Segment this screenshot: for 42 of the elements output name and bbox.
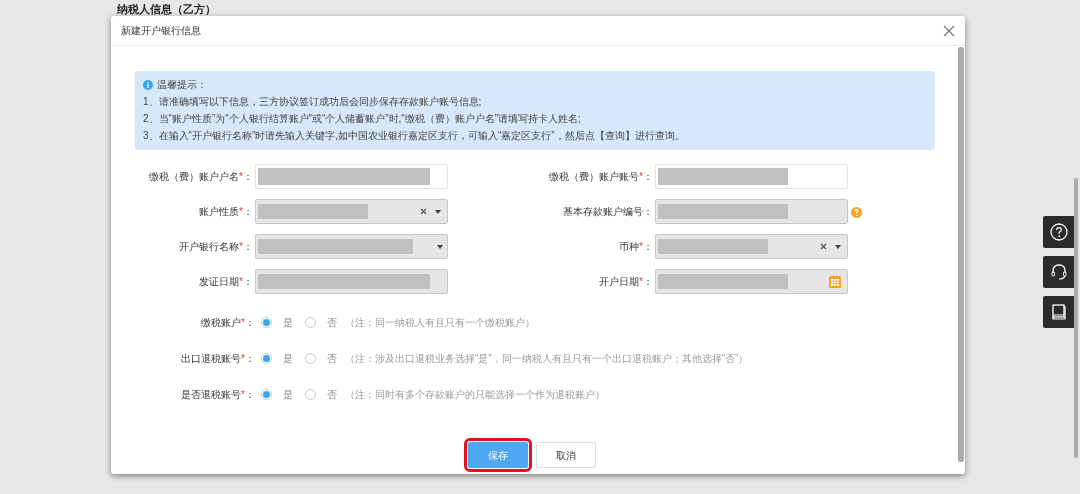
radio-button[interactable]: [305, 316, 316, 328]
field-label: 开户银行名称*：: [178, 240, 254, 254]
radio-button[interactable]: [261, 388, 272, 400]
field-label: 基本存款账户编号：: [562, 205, 654, 219]
headset-button[interactable]: [1043, 256, 1075, 288]
tip-line: 3、在输入“开户银行名称”时请先输入关键字,如中国农业银行嘉定区支行，可输入“嘉定区支行”，然后点【查询】进行查询。: [143, 129, 686, 143]
field-label: 缴税（费）账户户名*：: [148, 170, 254, 184]
tip-line: 1、请准确填写以下信息，三方协议签订成功后会同步保存存款账户账号信息;: [143, 95, 483, 109]
scrollbar[interactable]: [1074, 178, 1078, 458]
radio-label[interactable]: 否: [327, 314, 337, 330]
help-icon: [1049, 222, 1069, 242]
radio-label[interactable]: 是: [283, 314, 293, 330]
page-heading: 纳税人信息（乙方）: [116, 2, 217, 16]
field-label: 缴税账户*：: [200, 315, 256, 330]
field-label: 是否退税账号*：: [180, 387, 256, 402]
radio-label[interactable]: 否: [327, 386, 337, 402]
input-field[interactable]: [655, 164, 848, 189]
scrollbar[interactable]: [958, 47, 964, 462]
headset-icon: [1049, 262, 1069, 282]
radio-label[interactable]: 否: [327, 350, 337, 366]
tip-title: 温馨提示：: [157, 78, 207, 92]
book-icon: [1049, 302, 1069, 322]
radio-button[interactable]: [305, 388, 316, 400]
help-button[interactable]: [1043, 216, 1075, 248]
field-label: 出口退税账号*：: [180, 351, 256, 366]
radio-button[interactable]: [305, 352, 316, 364]
input-field[interactable]: [255, 164, 448, 189]
field-label: 币种*：: [618, 240, 654, 254]
field-label: 开户日期*：: [598, 275, 654, 289]
cancel-button[interactable]: 取消: [536, 442, 596, 468]
radio-button[interactable]: [261, 316, 272, 328]
book-button[interactable]: [1043, 296, 1075, 328]
field-label: 账户性质*：: [198, 205, 254, 219]
info-icon: [143, 79, 153, 90]
field-label: 缴税（费）账户账号*：: [548, 170, 654, 184]
field-label: 发证日期*：: [198, 275, 254, 289]
radio-button[interactable]: [261, 352, 272, 364]
dialog-title: 新建开户银行信息: [121, 24, 201, 38]
radio-label[interactable]: 是: [283, 386, 293, 402]
tip-line: 2、当“账户性质”为“个人银行结算账户”或“个人储蓄账户”时,“缴税（费）账户户名”请填写持卡人姓名;: [143, 112, 582, 126]
close-button[interactable]: [942, 23, 956, 38]
radio-label[interactable]: 是: [283, 350, 293, 366]
